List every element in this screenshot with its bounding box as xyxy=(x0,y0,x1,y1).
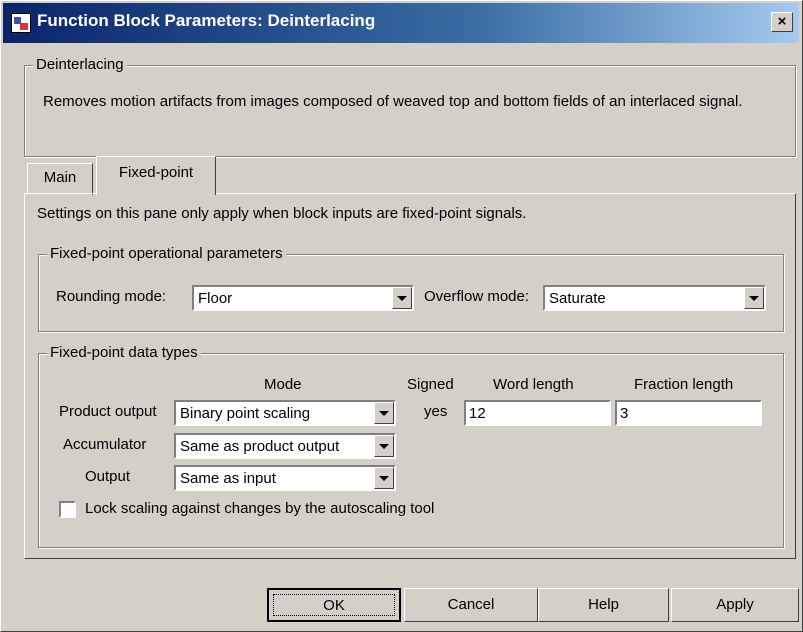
block-description: Removes motion artifacts from images com… xyxy=(43,93,743,110)
data-types-groupbox: Fixed-point data types Mode Signed Word … xyxy=(38,344,784,548)
description-groupbox: Deinterlacing Removes motion artifacts f… xyxy=(24,56,796,157)
ok-button[interactable]: OK xyxy=(267,588,401,622)
lock-scaling-checkbox[interactable] xyxy=(59,501,76,518)
product-output-fraction-length-value: 3 xyxy=(620,405,629,422)
accumulator-mode-value: Same as product output xyxy=(180,438,340,455)
panel-note: Settings on this pane only apply when bl… xyxy=(37,205,527,222)
chevron-down-icon[interactable] xyxy=(374,402,394,424)
output-mode-dropdown[interactable]: Same as input xyxy=(174,465,396,491)
overflow-mode-label: Overflow mode: xyxy=(424,288,530,305)
product-output-fraction-length-input[interactable]: 3 xyxy=(615,400,762,426)
header-fraction-length: Fraction length xyxy=(634,376,734,393)
simulink-block-icon xyxy=(11,13,31,33)
chevron-down-icon[interactable] xyxy=(744,287,764,309)
product-output-word-length-value: 12 xyxy=(469,405,486,422)
product-output-mode-value: Binary point scaling xyxy=(180,405,311,422)
cancel-button[interactable]: Cancel xyxy=(404,588,538,622)
title-bar[interactable]: Function Block Parameters: Deinterlacing… xyxy=(3,3,799,43)
output-mode-value: Same as input xyxy=(180,470,276,487)
lock-scaling-label: Lock scaling against changes by the auto… xyxy=(85,500,435,517)
rounding-mode-label: Rounding mode: xyxy=(56,288,167,305)
header-word-length: Word length xyxy=(493,376,574,393)
help-button[interactable]: Help xyxy=(538,588,669,622)
header-mode: Mode xyxy=(264,376,302,393)
accumulator-label: Accumulator xyxy=(63,436,147,453)
operational-parameters-groupbox: Fixed-point operational parameters Round… xyxy=(38,245,784,332)
tab-main[interactable]: Main xyxy=(27,163,93,195)
close-button[interactable]: × xyxy=(771,12,793,32)
rounding-mode-dropdown[interactable]: Floor xyxy=(192,285,414,311)
chevron-down-icon[interactable] xyxy=(392,287,412,309)
window-title: Function Block Parameters: Deinterlacing xyxy=(37,11,376,30)
ok-button-label: OK xyxy=(273,594,395,616)
tab-fixed-point-label: Fixed-point xyxy=(118,164,194,181)
tab-panel-fixed-point: Settings on this pane only apply when bl… xyxy=(24,193,796,559)
rounding-mode-value: Floor xyxy=(198,290,233,307)
accumulator-mode-dropdown[interactable]: Same as product output xyxy=(174,433,396,459)
header-signed: Signed xyxy=(407,376,454,393)
output-label: Output xyxy=(85,468,131,485)
description-group-title: Deinterlacing xyxy=(33,56,127,73)
chevron-down-icon[interactable] xyxy=(374,467,394,489)
product-output-signed: yes xyxy=(424,403,448,420)
product-output-label: Product output xyxy=(59,403,157,420)
chevron-down-icon[interactable] xyxy=(374,435,394,457)
overflow-mode-value: Saturate xyxy=(549,290,606,307)
apply-button[interactable]: Apply xyxy=(671,588,799,622)
dialog-window: Function Block Parameters: Deinterlacing… xyxy=(0,0,803,632)
operational-group-title: Fixed-point operational parameters xyxy=(47,245,286,262)
tab-fixed-point[interactable]: Fixed-point xyxy=(96,156,216,195)
product-output-mode-dropdown[interactable]: Binary point scaling xyxy=(174,400,396,426)
data-types-group-title: Fixed-point data types xyxy=(47,344,201,361)
tab-main-label: Main xyxy=(43,169,77,186)
overflow-mode-dropdown[interactable]: Saturate xyxy=(543,285,766,311)
product-output-word-length-input[interactable]: 12 xyxy=(464,400,611,426)
